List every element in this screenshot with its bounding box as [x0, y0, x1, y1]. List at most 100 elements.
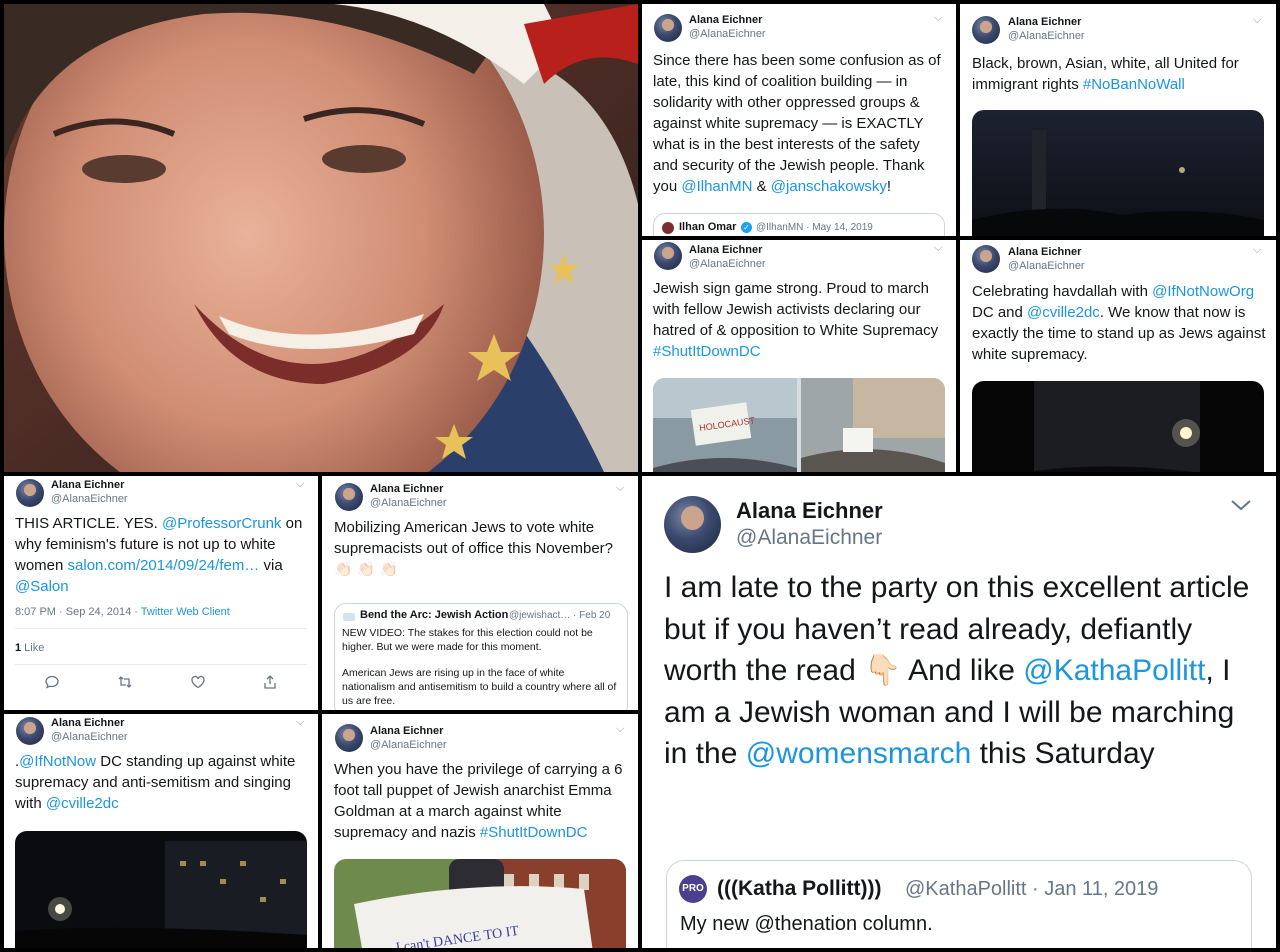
tweet-media-video[interactable]: [972, 110, 1264, 236]
tweet-card-nobannowall[interactable]: Alana Eichner @AlanaEichner ⌵ Black, bro…: [960, 4, 1276, 236]
tweet-text: When you have the privilege of carrying …: [334, 759, 630, 843]
avatar[interactable]: [335, 724, 363, 752]
tweet-card-womens-march[interactable]: Alana Eichner @AlanaEichner I am late to…: [642, 476, 1276, 948]
tweet-text-part: Mobilizing American Jews to vote white s…: [334, 519, 614, 557]
quote-avatar: [662, 222, 674, 234]
avatar[interactable]: [972, 245, 1000, 273]
selfie-image: [4, 4, 638, 472]
author-name[interactable]: Alana Eichner: [51, 717, 124, 729]
author-handle[interactable]: @AlanaEichner: [51, 493, 128, 505]
tweet-text-part: &: [752, 178, 771, 195]
avatar[interactable]: [16, 479, 44, 507]
chevron-down-icon[interactable]: ⌵: [296, 716, 304, 729]
author-handle[interactable]: @AlanaEichner: [689, 258, 766, 270]
avatar[interactable]: [335, 483, 363, 511]
author-name[interactable]: Alana Eichner: [1008, 16, 1081, 28]
hashtag-link[interactable]: #ShutItDownDC: [653, 343, 761, 360]
mention-link[interactable]: @IlhanMN: [681, 178, 752, 195]
chevron-down-icon[interactable]: ⌵: [1253, 14, 1261, 27]
quote-author-name[interactable]: Bend the Arc: Jewish Action: [360, 609, 508, 621]
night-scene-image: [1034, 381, 1200, 472]
avatar[interactable]: [664, 496, 721, 553]
author-handle[interactable]: @AlanaEichner: [689, 28, 766, 40]
mention-link[interactable]: @janschakowsky: [771, 178, 887, 195]
tweet-card-ifnotnow[interactable]: Alana Eichner @AlanaEichner ⌵ .@IfNotNow…: [4, 714, 318, 948]
tweet-card-mobilizing[interactable]: Alana Eichner @AlanaEichner ⌵ Mobilizing…: [322, 476, 638, 710]
mention-link[interactable]: @ProfessorCrunk: [162, 515, 281, 532]
author-handle[interactable]: @AlanaEichner: [1008, 30, 1085, 42]
author-handle[interactable]: @AlanaEichner: [736, 526, 882, 550]
author-name[interactable]: Alana Eichner: [736, 498, 883, 524]
author-handle[interactable]: @AlanaEichner: [51, 731, 128, 743]
quoted-tweet[interactable]: Ilhan Omar ✓ @IlhanMN · May 14, 2019: [653, 213, 945, 236]
article-link[interactable]: salon.com/2014/09/24/fem…: [68, 557, 260, 574]
avatar[interactable]: [16, 717, 44, 745]
tweet-text: THIS ARTICLE. YES. @ProfessorCrunk on wh…: [15, 513, 311, 597]
author-name[interactable]: Alana Eichner: [51, 479, 124, 491]
mention-link[interactable]: @womensmarch: [746, 737, 972, 770]
author-handle[interactable]: @AlanaEichner: [1008, 260, 1085, 272]
like-count-label: Like: [21, 642, 45, 654]
author-name[interactable]: Alana Eichner: [1008, 246, 1081, 258]
like-count[interactable]: 1 Like: [15, 642, 44, 654]
tweet-text: Jewish sign game strong. Proud to march …: [653, 278, 945, 362]
quoted-tweet[interactable]: PRO (((Katha Pollitt))) @KathaPollitt · …: [666, 860, 1252, 948]
tweet-text-part: THIS ARTICLE. YES.: [15, 515, 162, 532]
chevron-down-icon[interactable]: ⌵: [934, 12, 942, 25]
chevron-down-icon[interactable]: ⌵: [616, 482, 624, 495]
tweet-media-video[interactable]: [972, 381, 1264, 472]
quote-paragraph: NEW VIDEO: The stakes for this election …: [342, 627, 593, 653]
night-crowd-image: [972, 130, 1264, 236]
tweet-media-photo[interactable]: I can't DANCE TO IT: [334, 859, 626, 948]
quoted-tweet[interactable]: Bend the Arc: Jewish Action @jewishact… …: [334, 603, 628, 710]
tweet-media-video[interactable]: [15, 831, 307, 948]
mention-link[interactable]: @cville2dc: [1027, 304, 1100, 321]
avatar[interactable]: [654, 14, 682, 42]
author-name[interactable]: Alana Eichner: [689, 14, 762, 26]
tweet-card-coalition[interactable]: Alana Eichner @AlanaEichner ⌵ Since ther…: [642, 4, 956, 236]
quote-text: NEW VIDEO: The stakes for this election …: [342, 627, 618, 708]
mention-link[interactable]: @cville2dc: [46, 795, 119, 812]
tweet-card-feminism-article[interactable]: Alana Eichner @AlanaEichner ⌵ THIS ARTIC…: [4, 476, 318, 710]
hashtag-link[interactable]: #ShutItDownDC: [480, 824, 588, 841]
hashtag-link[interactable]: #NoBanNoWall: [1083, 76, 1185, 93]
tweet-card-sign-game[interactable]: Alana Eichner @AlanaEichner ⌵ Jewish sig…: [642, 240, 956, 472]
quote-text: My new @thenation column.: [680, 913, 933, 935]
tweet-timestamp: 8:07 PM · Sep 24, 2014 · Twitter Web Cli…: [15, 606, 230, 618]
timestamp-text[interactable]: 8:07 PM · Sep 24, 2014 ·: [15, 606, 141, 618]
share-icon[interactable]: [262, 674, 278, 694]
mention-link[interactable]: @Salon: [15, 578, 69, 595]
author-name[interactable]: Alana Eichner: [370, 725, 443, 737]
author-handle[interactable]: @AlanaEichner: [370, 739, 447, 751]
quote-paragraph: American Jews are rising up in the face …: [342, 667, 617, 707]
reply-icon[interactable]: [44, 674, 60, 694]
chevron-down-icon[interactable]: ⌵: [616, 723, 624, 736]
chevron-down-icon[interactable]: ⌵: [934, 242, 942, 255]
night-building-image: [15, 841, 307, 948]
like-heart-icon[interactable]: [190, 674, 206, 694]
mention-link[interactable]: @KathaPollitt: [1023, 654, 1205, 687]
author-name[interactable]: Alana Eichner: [370, 483, 443, 495]
mention-link[interactable]: @IfNotNowOrg: [1152, 283, 1254, 300]
march-photos-image: HOLOCAUST: [653, 378, 945, 472]
quote-author-name[interactable]: Ilhan Omar: [679, 221, 736, 233]
tweet-media-photos[interactable]: HOLOCAUST: [653, 378, 945, 472]
tweet-card-havdallah[interactable]: Alana Eichner @AlanaEichner ⌵ Celebratin…: [960, 240, 1276, 472]
pointing-down-emoji: 👇🏻: [864, 654, 902, 687]
tweet-text: Mobilizing American Jews to vote white s…: [334, 517, 630, 580]
retweet-icon[interactable]: [117, 674, 133, 694]
tweet-text-part: And like: [901, 654, 1024, 687]
puppet-march-image: I can't DANCE TO IT: [354, 859, 626, 948]
author-name[interactable]: Alana Eichner: [689, 244, 762, 256]
chevron-down-icon[interactable]: ⌵: [1253, 244, 1261, 257]
chevron-down-icon[interactable]: ⌵: [296, 478, 304, 491]
quote-author-name[interactable]: (((Katha Pollitt))): [717, 877, 881, 901]
verified-badge-icon: ✓: [741, 222, 752, 233]
client-link[interactable]: Twitter Web Client: [141, 606, 230, 618]
avatar[interactable]: [654, 242, 682, 270]
mention-link[interactable]: @IfNotNow: [19, 753, 96, 770]
chevron-down-icon[interactable]: [1230, 498, 1252, 517]
author-handle[interactable]: @AlanaEichner: [370, 497, 447, 509]
tweet-card-emma-goldman[interactable]: Alana Eichner @AlanaEichner ⌵ When you h…: [322, 714, 638, 948]
avatar[interactable]: [972, 16, 1000, 44]
